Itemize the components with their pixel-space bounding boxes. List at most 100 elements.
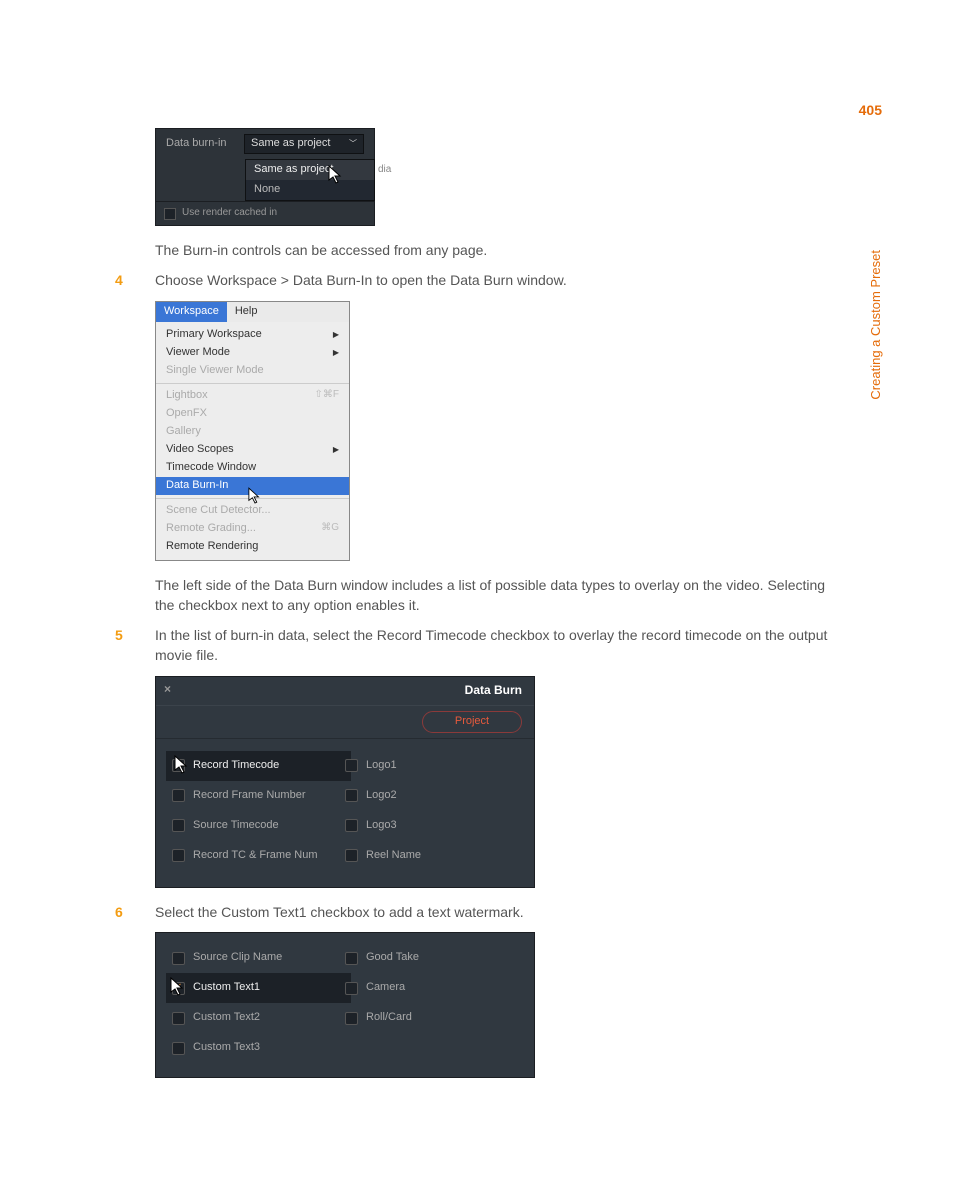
databurnin-select[interactable]: Same as project ﹀ bbox=[244, 134, 364, 154]
burnin-option[interactable]: ✓ Custom Text1 bbox=[166, 973, 351, 1003]
burnin-option[interactable]: Logo1 bbox=[345, 751, 518, 781]
menu-item-label: Scene Cut Detector... bbox=[166, 503, 271, 519]
option-label: Good Take bbox=[366, 950, 419, 966]
body-text: The Burn-in controls can be accessed fro… bbox=[155, 240, 835, 260]
menu-separator bbox=[156, 498, 349, 499]
dropdown-option[interactable]: None bbox=[246, 180, 374, 200]
dropdown-option[interactable]: Same as project bbox=[246, 160, 374, 180]
figure-customtext-section: Source Clip Name Good Take ✓ Custom Text1 Ca… bbox=[155, 932, 535, 1078]
burnin-option[interactable]: Record Frame Number bbox=[172, 781, 345, 811]
step-text: In the list of burn-in data, select the … bbox=[155, 627, 827, 663]
step-5: 5 In the list of burn-in data, select th… bbox=[155, 625, 835, 666]
option-label: Logo1 bbox=[366, 758, 397, 774]
option-label: Custom Text2 bbox=[193, 1010, 260, 1026]
burnin-option[interactable]: Custom Text3 bbox=[172, 1033, 345, 1063]
option-label: Reel Name bbox=[366, 848, 421, 864]
checkbox[interactable] bbox=[172, 1042, 185, 1055]
menu-item-label: Remote Rendering bbox=[166, 539, 258, 555]
option-label: Source Clip Name bbox=[193, 950, 282, 966]
step-text: Select the Custom Text1 checkbox to add … bbox=[155, 904, 524, 920]
submenu-arrow-icon: ▶ bbox=[333, 347, 339, 359]
render-cache-row: Use render cached in bbox=[156, 201, 374, 225]
truncated-text: dia bbox=[378, 163, 391, 178]
figure-workspace-menu: Workspace Help Primary Workspace▶Viewer … bbox=[155, 301, 350, 561]
option-label: Custom Text3 bbox=[193, 1040, 260, 1056]
dropdown-list: Same as project None bbox=[245, 159, 375, 201]
checkbox[interactable] bbox=[345, 982, 358, 995]
menu-item: OpenFX bbox=[156, 405, 349, 423]
menu-shortcut: ⇧⌘F bbox=[315, 388, 340, 403]
burnin-option[interactable]: Custom Text2 bbox=[172, 1003, 345, 1033]
burnin-option[interactable]: Good Take bbox=[345, 943, 518, 973]
select-value: Same as project bbox=[251, 136, 330, 152]
menu-item[interactable]: Remote Rendering bbox=[156, 538, 349, 556]
option-label: Record TC & Frame Num bbox=[193, 848, 318, 864]
checkbox[interactable] bbox=[345, 789, 358, 802]
checkbox[interactable] bbox=[172, 819, 185, 832]
step-6: 6 Select the Custom Text1 checkbox to ad… bbox=[155, 902, 835, 922]
checkbox[interactable] bbox=[164, 208, 176, 220]
checkbox[interactable] bbox=[345, 819, 358, 832]
step-text: Choose Workspace > Data Burn-In to open … bbox=[155, 272, 567, 288]
menu-item-label: Single Viewer Mode bbox=[166, 363, 264, 379]
menu-item[interactable]: Video Scopes ▶ bbox=[156, 441, 349, 459]
option-label: Record Frame Number bbox=[193, 788, 305, 804]
tab-project[interactable]: Project bbox=[422, 711, 522, 733]
menu-item-label: Video Scopes bbox=[166, 442, 234, 458]
burnin-option[interactable] bbox=[345, 1033, 518, 1063]
option-label: Record Timecode bbox=[193, 758, 279, 774]
menu-item: Gallery bbox=[156, 423, 349, 441]
submenu-arrow-icon: ▶ bbox=[333, 329, 339, 341]
menu-item-label: Lightbox bbox=[166, 388, 208, 404]
menu-item: Remote Grading...⌘G bbox=[156, 520, 349, 538]
page-number: 405 bbox=[859, 100, 882, 120]
checkbox[interactable] bbox=[345, 952, 358, 965]
checkbox[interactable]: ✓ bbox=[172, 759, 185, 772]
menu-item-label: Timecode Window bbox=[166, 460, 256, 476]
burnin-option[interactable]: Logo3 bbox=[345, 811, 518, 841]
burnin-option[interactable]: Source Timecode bbox=[172, 811, 345, 841]
checkbox[interactable] bbox=[172, 849, 185, 862]
menu-help[interactable]: Help bbox=[227, 302, 266, 322]
checkbox[interactable] bbox=[345, 849, 358, 862]
menu-item-label: Data Burn-In bbox=[166, 478, 228, 494]
figure-dropdown-databurnin: Data burn-in Same as project ﹀ Same as p… bbox=[155, 128, 375, 226]
menu-item-label: Gallery bbox=[166, 424, 201, 440]
field-label: Data burn-in bbox=[166, 136, 236, 152]
submenu-arrow-icon: ▶ bbox=[333, 444, 339, 456]
burnin-option[interactable]: Camera bbox=[345, 973, 518, 1003]
menu-workspace[interactable]: Workspace bbox=[156, 302, 227, 322]
checkbox[interactable] bbox=[172, 1012, 185, 1025]
checkbox[interactable] bbox=[172, 952, 185, 965]
burnin-option[interactable]: Logo2 bbox=[345, 781, 518, 811]
close-icon[interactable]: × bbox=[164, 683, 171, 695]
burnin-option[interactable]: Roll/Card bbox=[345, 1003, 518, 1033]
menubar: Workspace Help bbox=[156, 302, 349, 322]
menu-item[interactable]: Primary Workspace ▶ bbox=[156, 326, 349, 344]
burnin-option[interactable]: Reel Name bbox=[345, 841, 518, 871]
burnin-option[interactable]: Record TC & Frame Num bbox=[172, 841, 345, 871]
step-number: 6 bbox=[115, 902, 123, 922]
menu-item[interactable]: Viewer Mode ▶ bbox=[156, 344, 349, 362]
figure-databurn-window: × Data Burn Project ✓ Record Timecode Logo… bbox=[155, 676, 535, 888]
menu-item: Scene Cut Detector... bbox=[156, 502, 349, 520]
option-label: Logo3 bbox=[366, 818, 397, 834]
menu-item-label: Primary Workspace bbox=[166, 327, 262, 343]
menu-item: Single Viewer Mode bbox=[156, 362, 349, 380]
burnin-option[interactable]: Source Clip Name bbox=[172, 943, 345, 973]
burnin-option[interactable]: ✓ Record Timecode bbox=[166, 751, 351, 781]
menu-item-label: OpenFX bbox=[166, 406, 207, 422]
checkbox[interactable]: ✓ bbox=[172, 982, 185, 995]
menu-item-label: Remote Grading... bbox=[166, 521, 256, 537]
menu-item[interactable]: Timecode Window bbox=[156, 459, 349, 477]
checkbox[interactable] bbox=[345, 759, 358, 772]
checkbox[interactable] bbox=[172, 789, 185, 802]
menu-item[interactable]: Data Burn-In bbox=[156, 477, 349, 495]
menu-item-label: Viewer Mode bbox=[166, 345, 230, 361]
step-4: 4 Choose Workspace > Data Burn-In to ope… bbox=[155, 270, 835, 290]
checkbox[interactable] bbox=[345, 1012, 358, 1025]
tab-row: Project bbox=[156, 705, 534, 739]
option-label: Custom Text1 bbox=[193, 980, 260, 996]
option-label: Source Timecode bbox=[193, 818, 279, 834]
window-titlebar: × Data Burn bbox=[156, 677, 534, 705]
